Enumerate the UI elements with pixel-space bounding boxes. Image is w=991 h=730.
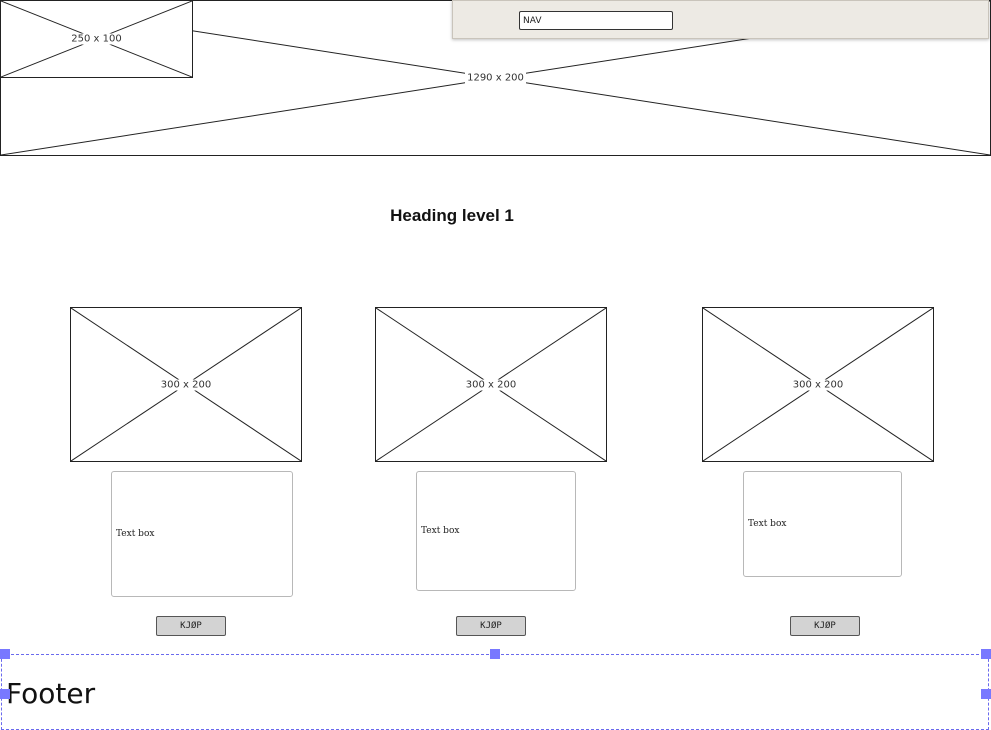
product-text: Text box (748, 519, 787, 529)
footer-label: Footer (6, 677, 96, 710)
buy-button[interactable]: KJØP (456, 616, 526, 636)
footer[interactable]: Footer (1, 654, 989, 730)
resize-handle-right[interactable] (981, 689, 991, 699)
placeholder-cross-icon (703, 308, 933, 461)
logo-image[interactable]: 250 x 100 (0, 0, 193, 78)
product-image[interactable]: 300 x 200 (702, 307, 934, 462)
resize-handle-left[interactable] (0, 689, 10, 699)
product-text-box[interactable]: Text box (111, 471, 293, 597)
placeholder-cross-icon (71, 308, 301, 461)
product-image[interactable]: 300 x 200 (375, 307, 607, 462)
placeholder-cross-icon (1, 1, 192, 77)
resize-handle-top[interactable] (490, 649, 500, 659)
resize-handle-top-right[interactable] (981, 649, 991, 659)
page-heading: Heading level 1 (390, 206, 514, 225)
resize-handle-top-left[interactable] (0, 649, 10, 659)
buy-button[interactable]: KJØP (790, 616, 860, 636)
placeholder-cross-icon (376, 308, 606, 461)
product-text: Text box (116, 529, 155, 539)
product-text-box[interactable]: Text box (743, 471, 902, 577)
product-text-box[interactable]: Text box (416, 471, 576, 591)
product-image[interactable]: 300 x 200 (70, 307, 302, 462)
nav-bar (452, 0, 989, 39)
product-text: Text box (421, 526, 460, 536)
buy-button[interactable]: KJØP (156, 616, 226, 636)
nav-input[interactable] (519, 11, 673, 30)
